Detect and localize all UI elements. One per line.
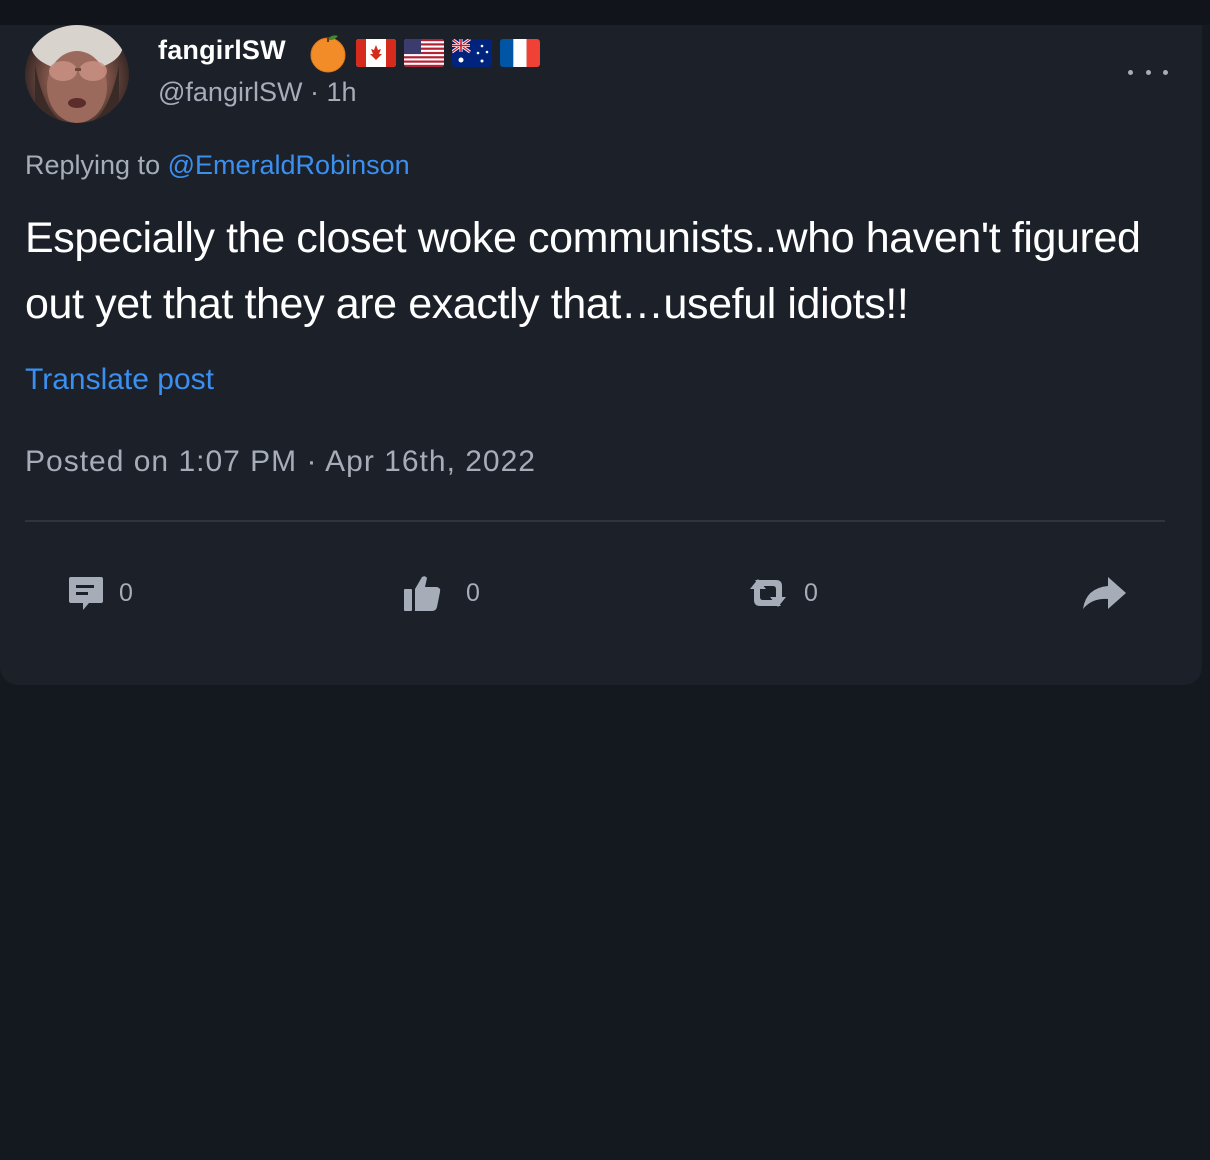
post-age[interactable]: 1h: [326, 77, 356, 107]
australia-flag-icon: [452, 39, 492, 67]
post-text: Especially the closet woke communists..w…: [25, 214, 1141, 328]
separator-dot: ·: [309, 77, 319, 107]
translate-post-link[interactable]: Translate post: [25, 363, 214, 397]
like-button[interactable]: 0: [402, 573, 480, 613]
user-handle[interactable]: @fangirlSW: [158, 77, 302, 107]
page: fangirlSW @fangirlSW · 1h Replying to @E…: [0, 0, 1210, 1160]
france-flag-icon: [500, 39, 540, 67]
more-options-icon[interactable]: [1128, 65, 1168, 79]
reply-mention-link[interactable]: @EmeraldRobinson: [168, 150, 410, 180]
comment-icon: [69, 577, 103, 610]
orange-emoji-icon: [310, 35, 346, 73]
usa-flag-icon: [404, 39, 444, 67]
share-arrow-icon: [1083, 577, 1126, 609]
comment-button[interactable]: 0: [65, 573, 133, 613]
avatar-image: [31, 25, 123, 123]
dot: [1163, 69, 1168, 75]
repost-count: 0: [804, 578, 818, 607]
reply-context: Replying to @EmeraldRobinson: [25, 150, 410, 181]
canada-flag-icon: [356, 39, 396, 67]
top-bar: [0, 0, 1210, 25]
repost-button[interactable]: 0: [746, 573, 818, 613]
avatar[interactable]: [25, 25, 129, 123]
divider: [25, 520, 1165, 522]
handle-line: @fangirlSW · 1h: [158, 77, 357, 108]
repost-icon: [750, 579, 786, 607]
reply-prefix: Replying to: [25, 150, 161, 180]
dot: [1145, 69, 1151, 75]
post-card: fangirlSW @fangirlSW · 1h Replying to @E…: [0, 25, 1202, 685]
display-name[interactable]: fangirlSW: [158, 35, 286, 66]
thumbs-up-icon: [404, 576, 441, 611]
share-button[interactable]: [1080, 573, 1128, 613]
like-count: 0: [466, 578, 480, 607]
comment-count: 0: [119, 578, 133, 607]
dot: [1128, 69, 1133, 75]
posted-timestamp: Posted on 1:07 PM · Apr 16th, 2022: [25, 445, 536, 478]
profile-badges: [308, 33, 540, 73]
